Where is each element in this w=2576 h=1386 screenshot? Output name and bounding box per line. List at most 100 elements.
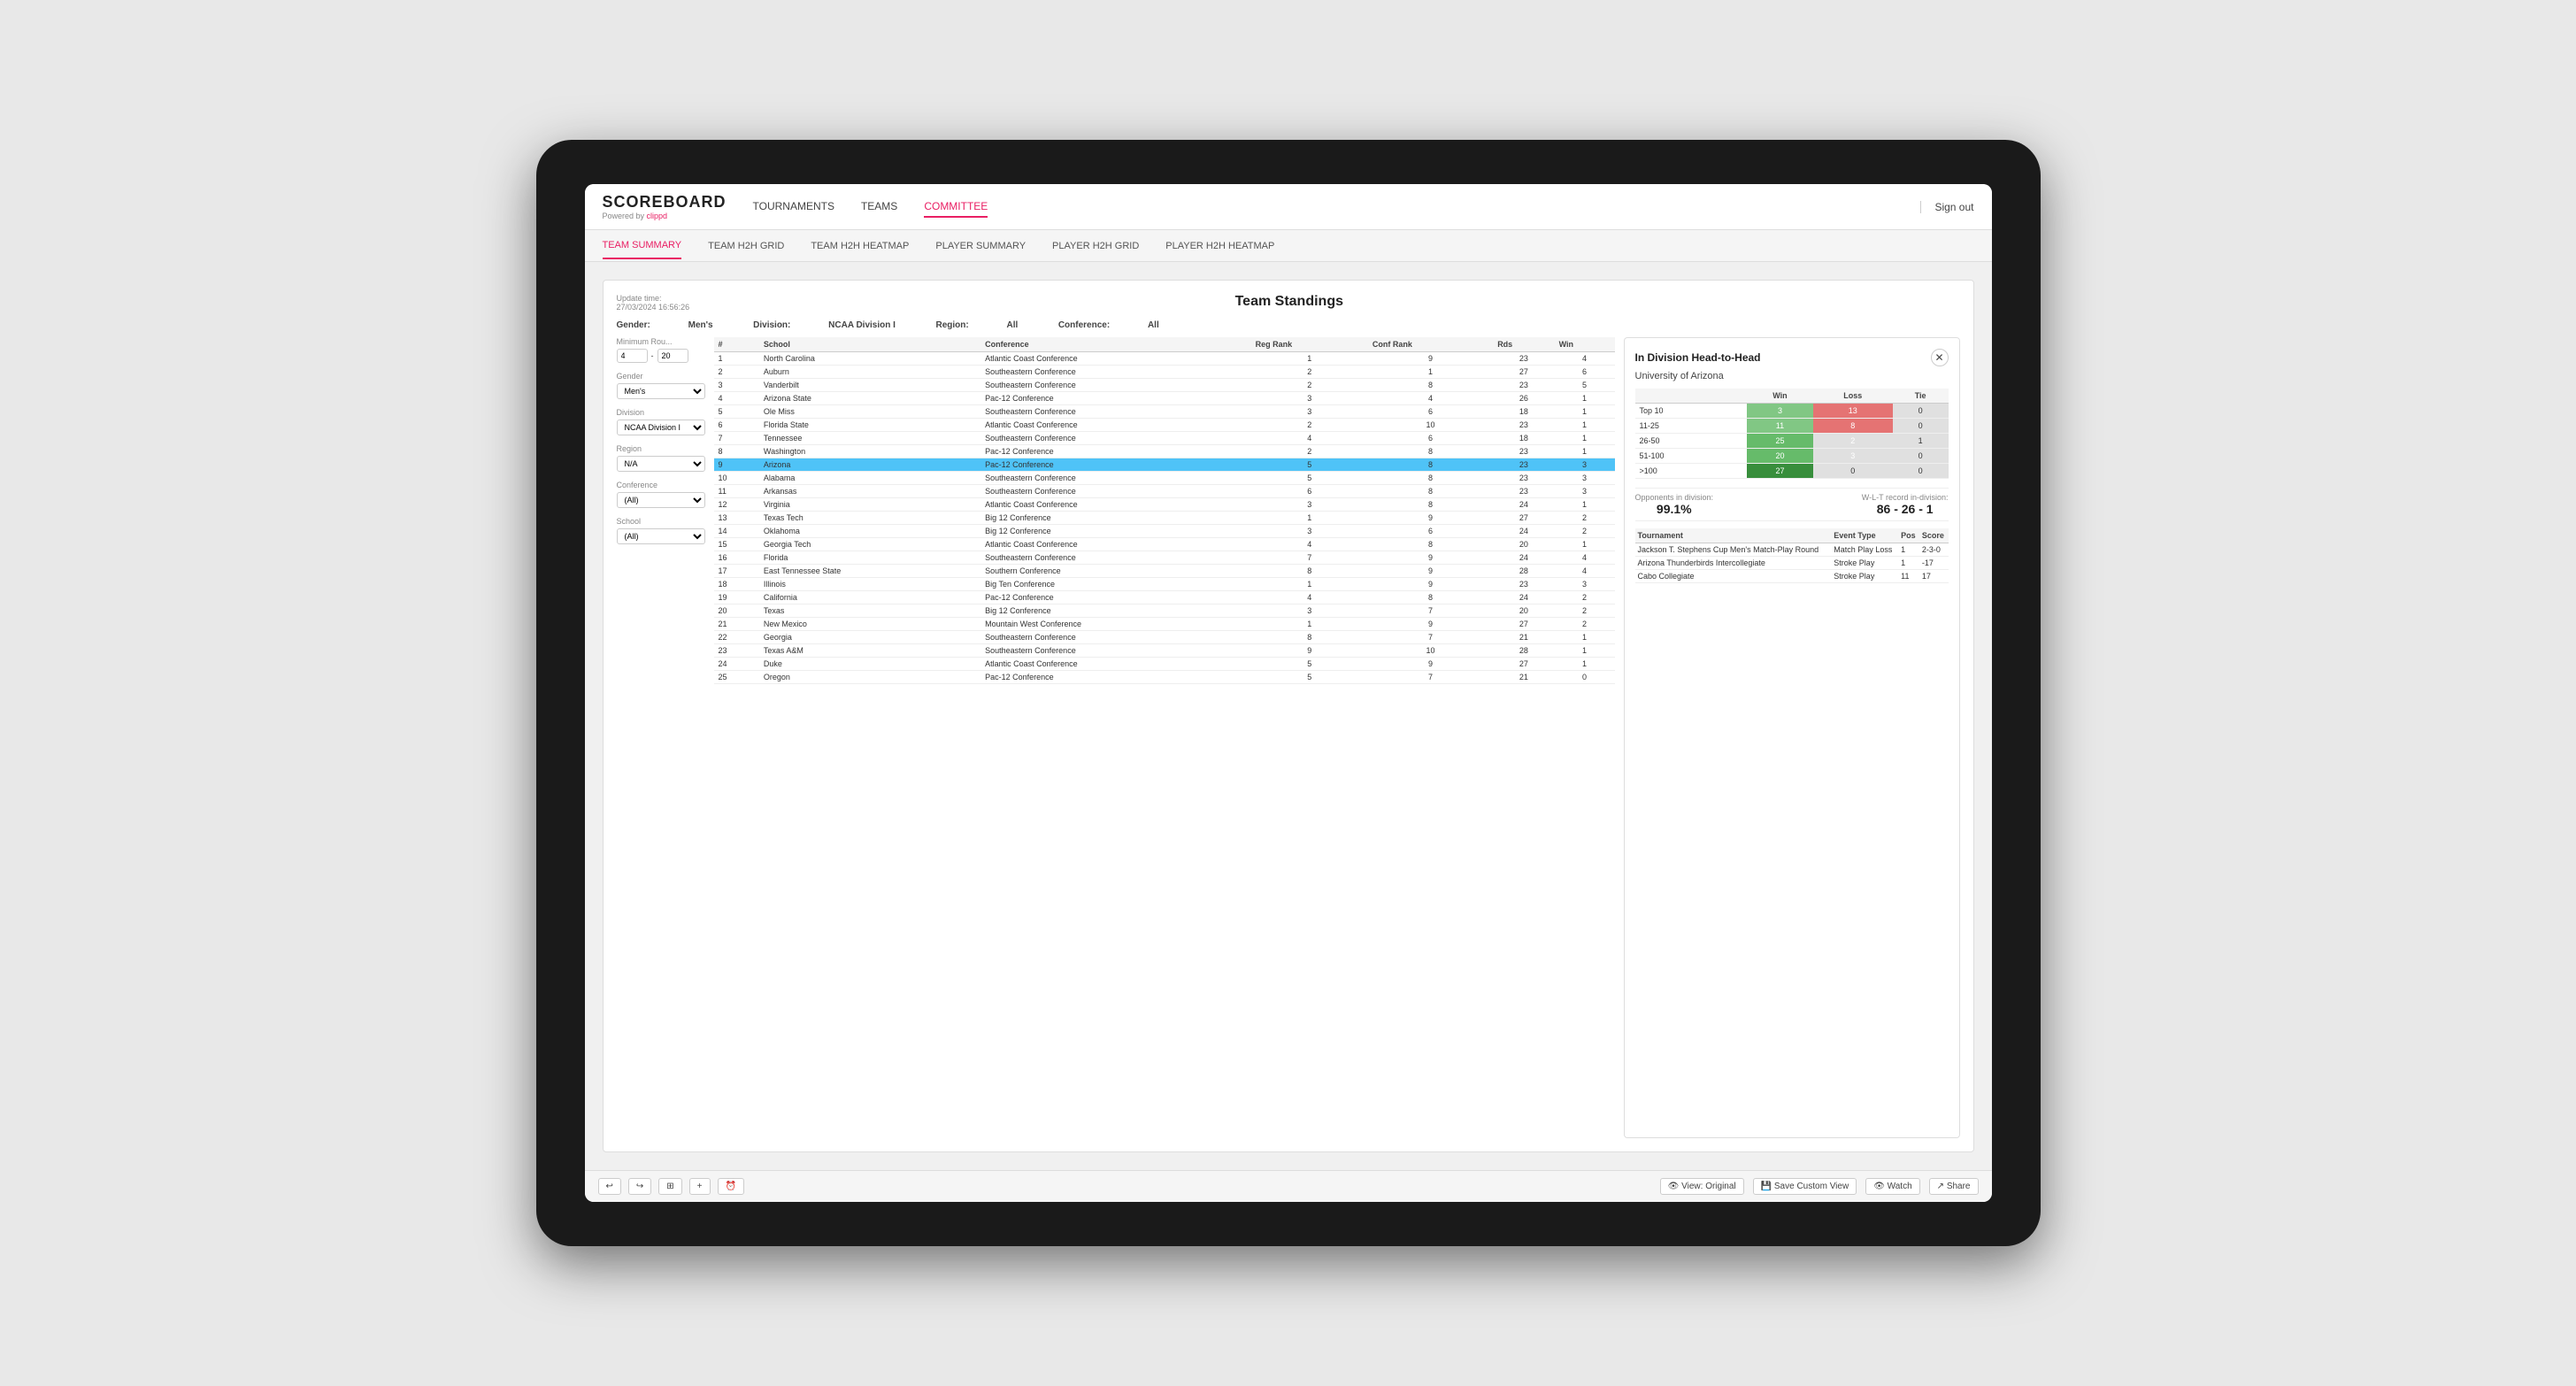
scoreboard-panel: Update time: 27/03/2024 16:56:26 Team St… — [603, 280, 1974, 1152]
toolbar-clock[interactable]: ⏰ — [718, 1178, 744, 1195]
table-row[interactable]: 10 Alabama Southeastern Conference 5 8 2… — [714, 472, 1615, 485]
save-custom-button[interactable]: 💾 Save Custom View — [1753, 1178, 1857, 1195]
h2h-win-val: 11 — [1747, 419, 1813, 434]
filter-row: Gender: Men's Division: NCAA Division I … — [617, 320, 1960, 330]
cell-win: 1 — [1555, 498, 1615, 512]
h2h-range-table: Win Loss Tie Top 10 3 13 0 11-25 11 8 0 … — [1635, 389, 1949, 479]
conference-filter-block: Conference (All) — [617, 481, 705, 508]
h2h-close-button[interactable]: ✕ — [1931, 349, 1949, 366]
table-row[interactable]: 23 Texas A&M Southeastern Conference 9 1… — [714, 644, 1615, 658]
h2h-range-label: 11-25 — [1635, 419, 1748, 434]
tourn-name: Jackson T. Stephens Cup Men's Match-Play… — [1635, 543, 1832, 557]
h2h-header: In Division Head-to-Head ✕ — [1635, 349, 1949, 366]
cell-reg: 4 — [1251, 591, 1368, 604]
table-row[interactable]: 20 Texas Big 12 Conference 3 7 20 2 — [714, 604, 1615, 618]
cell-conf: Southeastern Conference — [980, 432, 1250, 445]
table-row[interactable]: 15 Georgia Tech Atlantic Coast Conferenc… — [714, 538, 1615, 551]
tournament-row: Cabo Collegiate Stroke Play 11 17 — [1635, 570, 1949, 583]
table-row[interactable]: 14 Oklahoma Big 12 Conference 3 6 24 2 — [714, 525, 1615, 538]
conference-select[interactable]: (All) — [617, 492, 705, 508]
table-row[interactable]: 2 Auburn Southeastern Conference 2 1 27 … — [714, 366, 1615, 379]
undo-button[interactable]: ↩ — [598, 1178, 621, 1195]
table-row[interactable]: 3 Vanderbilt Southeastern Conference 2 8… — [714, 379, 1615, 392]
wlt-value: 86 - 26 - 1 — [1862, 502, 1949, 516]
col-conference: Conference — [980, 337, 1250, 352]
redo-button[interactable]: ↪ — [628, 1178, 651, 1195]
col-school: School — [759, 337, 980, 352]
table-row[interactable]: 4 Arizona State Pac-12 Conference 3 4 26… — [714, 392, 1615, 405]
gender-filter-value: Men's — [688, 320, 713, 330]
region-select[interactable]: N/A — [617, 456, 705, 472]
nav-committee[interactable]: COMMITTEE — [924, 196, 988, 218]
table-row[interactable]: 11 Arkansas Southeastern Conference 6 8 … — [714, 485, 1615, 498]
cell-win: 3 — [1555, 458, 1615, 472]
toolbar-right: 👁 View: Original 💾 Save Custom View 👁 Wa… — [1660, 1178, 1979, 1195]
subnav-team-h2h-heatmap[interactable]: TEAM H2H HEATMAP — [811, 234, 909, 258]
cell-rds: 20 — [1493, 538, 1554, 551]
division-filter-value: NCAA Division I — [828, 320, 896, 330]
min-rounds-input[interactable] — [617, 349, 648, 363]
update-time: Update time: 27/03/2024 16:56:26 — [617, 294, 690, 312]
max-rounds-input[interactable] — [657, 349, 688, 363]
cell-crank: 6 — [1368, 405, 1493, 419]
table-row[interactable]: 5 Ole Miss Southeastern Conference 3 6 1… — [714, 405, 1615, 419]
table-row[interactable]: 25 Oregon Pac-12 Conference 5 7 21 0 — [714, 671, 1615, 684]
cell-rds: 23 — [1493, 485, 1554, 498]
cell-conf: Mountain West Conference — [980, 618, 1250, 631]
subnav-player-h2h-heatmap[interactable]: PLAYER H2H HEATMAP — [1165, 234, 1274, 258]
table-row[interactable]: 8 Washington Pac-12 Conference 2 8 23 1 — [714, 445, 1615, 458]
cell-rds: 27 — [1493, 366, 1554, 379]
table-row[interactable]: 7 Tennessee Southeastern Conference 4 6 … — [714, 432, 1615, 445]
cell-conf: Pac-12 Conference — [980, 458, 1250, 472]
table-row[interactable]: 17 East Tennessee State Southern Confere… — [714, 565, 1615, 578]
cell-win: 1 — [1555, 392, 1615, 405]
cell-school: East Tennessee State — [759, 565, 980, 578]
tourn-score: 17 — [1919, 570, 1949, 583]
cell-reg: 2 — [1251, 445, 1368, 458]
nav-tournaments[interactable]: TOURNAMENTS — [753, 196, 834, 218]
cell-win: 3 — [1555, 472, 1615, 485]
toolbar-icon1[interactable]: ⊞ — [658, 1178, 681, 1195]
table-row[interactable]: 1 North Carolina Atlantic Coast Conferen… — [714, 352, 1615, 366]
view-original-button[interactable]: 👁 View: Original — [1660, 1178, 1744, 1195]
subnav-team-h2h-grid[interactable]: TEAM H2H GRID — [708, 234, 784, 258]
cell-crank: 9 — [1368, 578, 1493, 591]
gender-select[interactable]: Men's — [617, 383, 705, 399]
cell-rds: 20 — [1493, 604, 1554, 618]
table-row[interactable]: 13 Texas Tech Big 12 Conference 1 9 27 2 — [714, 512, 1615, 525]
toolbar-icon2[interactable]: + — [689, 1178, 711, 1195]
table-row[interactable]: 22 Georgia Southeastern Conference 8 7 2… — [714, 631, 1615, 644]
cell-win: 0 — [1555, 671, 1615, 684]
cell-reg: 5 — [1251, 458, 1368, 472]
table-row[interactable]: 12 Virginia Atlantic Coast Conference 3 … — [714, 498, 1615, 512]
cell-reg: 9 — [1251, 644, 1368, 658]
table-row[interactable]: 21 New Mexico Mountain West Conference 1… — [714, 618, 1615, 631]
table-row[interactable]: 18 Illinois Big Ten Conference 1 9 23 3 — [714, 578, 1615, 591]
subnav-team-summary[interactable]: TEAM SUMMARY — [603, 233, 682, 259]
tourn-col-score: Score — [1919, 528, 1949, 543]
cell-school: Ole Miss — [759, 405, 980, 419]
division-select[interactable]: NCAA Division I — [617, 420, 705, 435]
table-row[interactable]: 16 Florida Southeastern Conference 7 9 2… — [714, 551, 1615, 565]
share-button[interactable]: ↗ Share — [1929, 1178, 1979, 1195]
h2h-panel: In Division Head-to-Head ✕ University of… — [1624, 337, 1960, 1138]
sign-out-link[interactable]: Sign out — [1920, 201, 1973, 213]
update-timestamp: 27/03/2024 16:56:26 — [617, 303, 690, 312]
cell-num: 21 — [714, 618, 759, 631]
cell-school: Oklahoma — [759, 525, 980, 538]
share-icon: ↗ — [1937, 1182, 1944, 1191]
standings-table: # School Conference Reg Rank Conf Rank R… — [714, 337, 1615, 684]
table-row[interactable]: 6 Florida State Atlantic Coast Conferenc… — [714, 419, 1615, 432]
nav-teams[interactable]: TEAMS — [861, 196, 897, 218]
watch-button[interactable]: 👁 Watch — [1865, 1178, 1919, 1195]
subnav-player-h2h-grid[interactable]: PLAYER H2H GRID — [1052, 234, 1139, 258]
cell-crank: 1 — [1368, 366, 1493, 379]
school-select[interactable]: (All) — [617, 528, 705, 544]
cell-crank: 6 — [1368, 432, 1493, 445]
cell-num: 9 — [714, 458, 759, 472]
cell-school: Washington — [759, 445, 980, 458]
table-row[interactable]: 19 California Pac-12 Conference 4 8 24 2 — [714, 591, 1615, 604]
table-row[interactable]: 24 Duke Atlantic Coast Conference 5 9 27… — [714, 658, 1615, 671]
table-row[interactable]: 9 Arizona Pac-12 Conference 5 8 23 3 — [714, 458, 1615, 472]
subnav-player-summary[interactable]: PLAYER SUMMARY — [935, 234, 1026, 258]
